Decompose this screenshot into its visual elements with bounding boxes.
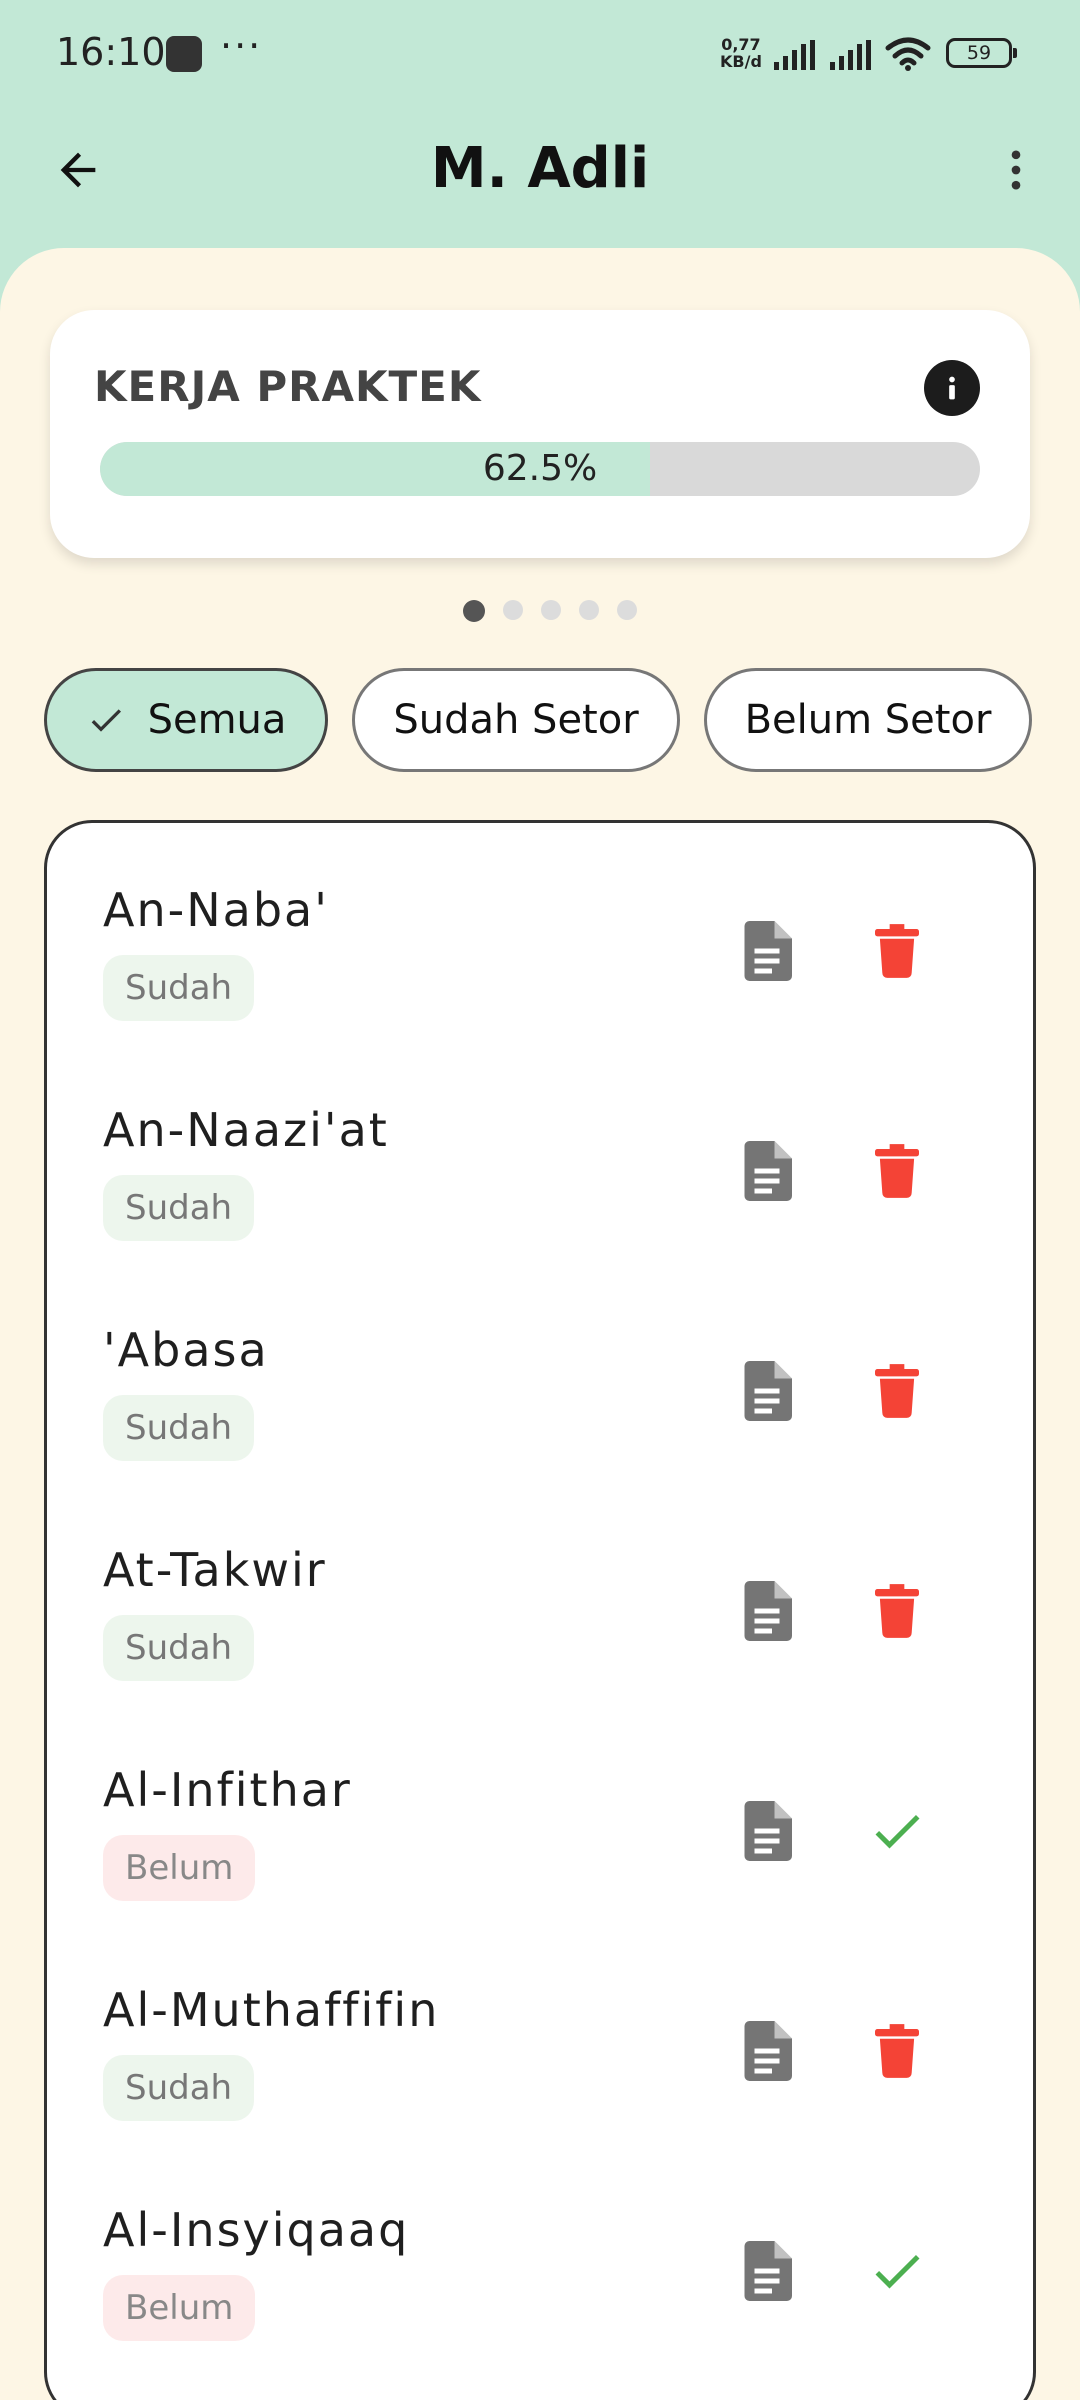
list-item[interactable]: An-Naba' Sudah <box>47 853 1033 1073</box>
surah-name: Al-Infithar <box>103 1763 352 1817</box>
network-speed: 0,77 KB/d <box>720 36 762 70</box>
surah-name: An-Naazi'at <box>103 1103 389 1157</box>
status-badge: Belum <box>103 2275 256 2341</box>
more-vert-icon <box>1011 150 1021 190</box>
signal-icon-2 <box>830 40 871 70</box>
filter-chip-belum-setor[interactable]: Belum Setor <box>704 668 1032 772</box>
network-speed-unit: KB/d <box>720 52 762 71</box>
delete-button[interactable] <box>859 1573 935 1649</box>
status-badge: Sudah <box>103 1395 255 1461</box>
trash-icon <box>875 1584 919 1638</box>
page-indicator-dot[interactable] <box>463 600 485 622</box>
document-icon <box>744 2241 792 2301</box>
status-badge: Belum <box>103 1835 256 1901</box>
check-icon <box>875 2254 920 2289</box>
notification-app-icon <box>166 36 202 72</box>
network-speed-value: 0,77 <box>721 35 761 54</box>
list-item[interactable]: Al-Muthaffifin Sudah <box>47 1953 1033 2173</box>
status-badge: Sudah <box>103 1615 255 1681</box>
document-icon <box>744 1141 792 1201</box>
surah-list: An-Naba' Sudah An-Naazi'at Sudah 'Abasa Sudah… <box>44 820 1036 2400</box>
document-button[interactable] <box>729 1133 805 1209</box>
mark-done-button[interactable] <box>859 1793 935 1869</box>
list-item[interactable]: An-Naazi'at Sudah <box>47 1073 1033 1293</box>
surah-name: Al-Insyiqaaq <box>103 2203 410 2257</box>
trash-icon <box>875 1144 919 1198</box>
filter-chip-semua[interactable]: Semua <box>44 668 328 772</box>
trash-icon <box>875 1364 919 1418</box>
list-item[interactable]: Al-Infithar Belum <box>47 1733 1033 1953</box>
filter-chip-sudah-setor[interactable]: Sudah Setor <box>352 668 680 772</box>
page-title: M. Adli <box>430 136 650 201</box>
battery-icon: 59 <box>946 38 1017 68</box>
battery-level: 59 <box>966 42 992 64</box>
status-more-notifications: ··· <box>220 24 263 68</box>
status-bar: 16:10 ··· 0,77 KB/d 59 <box>0 0 1080 110</box>
document-button[interactable] <box>729 2233 805 2309</box>
progress-card-title: KERJA PRAKTEK <box>94 362 482 411</box>
info-icon[interactable] <box>924 360 980 416</box>
list-item[interactable]: Al-Insyiqaaq Belum <box>47 2173 1033 2393</box>
progress-percentage: 62.5% <box>482 448 598 489</box>
trash-icon <box>875 2024 919 2078</box>
progress-card[interactable]: KERJA PRAKTEK 62.5% <box>50 310 1030 558</box>
page-indicator-dot[interactable] <box>503 600 523 620</box>
status-badge: Sudah <box>103 2055 255 2121</box>
delete-button[interactable] <box>859 913 935 989</box>
more-options-button[interactable] <box>978 132 1054 208</box>
page-indicator-dot[interactable] <box>541 600 561 620</box>
trash-icon <box>875 924 919 978</box>
delete-button[interactable] <box>859 2013 935 2089</box>
document-button[interactable] <box>729 2013 805 2089</box>
surah-name: 'Abasa <box>103 1323 269 1377</box>
document-icon <box>744 2021 792 2081</box>
filter-chip-label: Belum Setor <box>744 697 992 743</box>
signal-icon <box>774 40 815 70</box>
document-button[interactable] <box>729 913 805 989</box>
delete-button[interactable] <box>859 1353 935 1429</box>
page-indicator-dot[interactable] <box>579 600 599 620</box>
status-badge: Sudah <box>103 955 255 1021</box>
wifi-icon <box>885 37 931 71</box>
delete-button[interactable] <box>859 1133 935 1209</box>
surah-name: Al-Muthaffifin <box>103 1983 440 2037</box>
status-time: 16:10 <box>56 30 166 74</box>
document-button[interactable] <box>729 1793 805 1869</box>
page-indicator <box>0 600 1080 622</box>
document-icon <box>744 1581 792 1641</box>
app-bar: M. Adli <box>0 110 1080 240</box>
mark-done-button[interactable] <box>859 2233 935 2309</box>
filter-chip-label: Sudah Setor <box>393 697 639 743</box>
document-icon <box>744 921 792 981</box>
list-item[interactable]: At-Takwir Sudah <box>47 1513 1033 1733</box>
surah-name: At-Takwir <box>103 1543 327 1597</box>
filter-chip-label: Semua <box>147 697 287 743</box>
page-indicator-dot[interactable] <box>617 600 637 620</box>
check-icon <box>875 1814 920 1849</box>
document-button[interactable] <box>729 1573 805 1649</box>
check-icon <box>91 709 121 732</box>
progress-bar: 62.5% <box>100 442 980 496</box>
filter-chips: Semua Sudah Setor Belum Setor <box>44 668 1034 772</box>
document-icon <box>744 1801 792 1861</box>
status-badge: Sudah <box>103 1175 255 1241</box>
content-sheet: KERJA PRAKTEK 62.5% Semua Sudah Setor Be… <box>0 248 1080 2400</box>
list-item[interactable]: 'Abasa Sudah <box>47 1293 1033 1513</box>
document-icon <box>744 1361 792 1421</box>
document-button[interactable] <box>729 1353 805 1429</box>
surah-name: An-Naba' <box>103 883 329 937</box>
